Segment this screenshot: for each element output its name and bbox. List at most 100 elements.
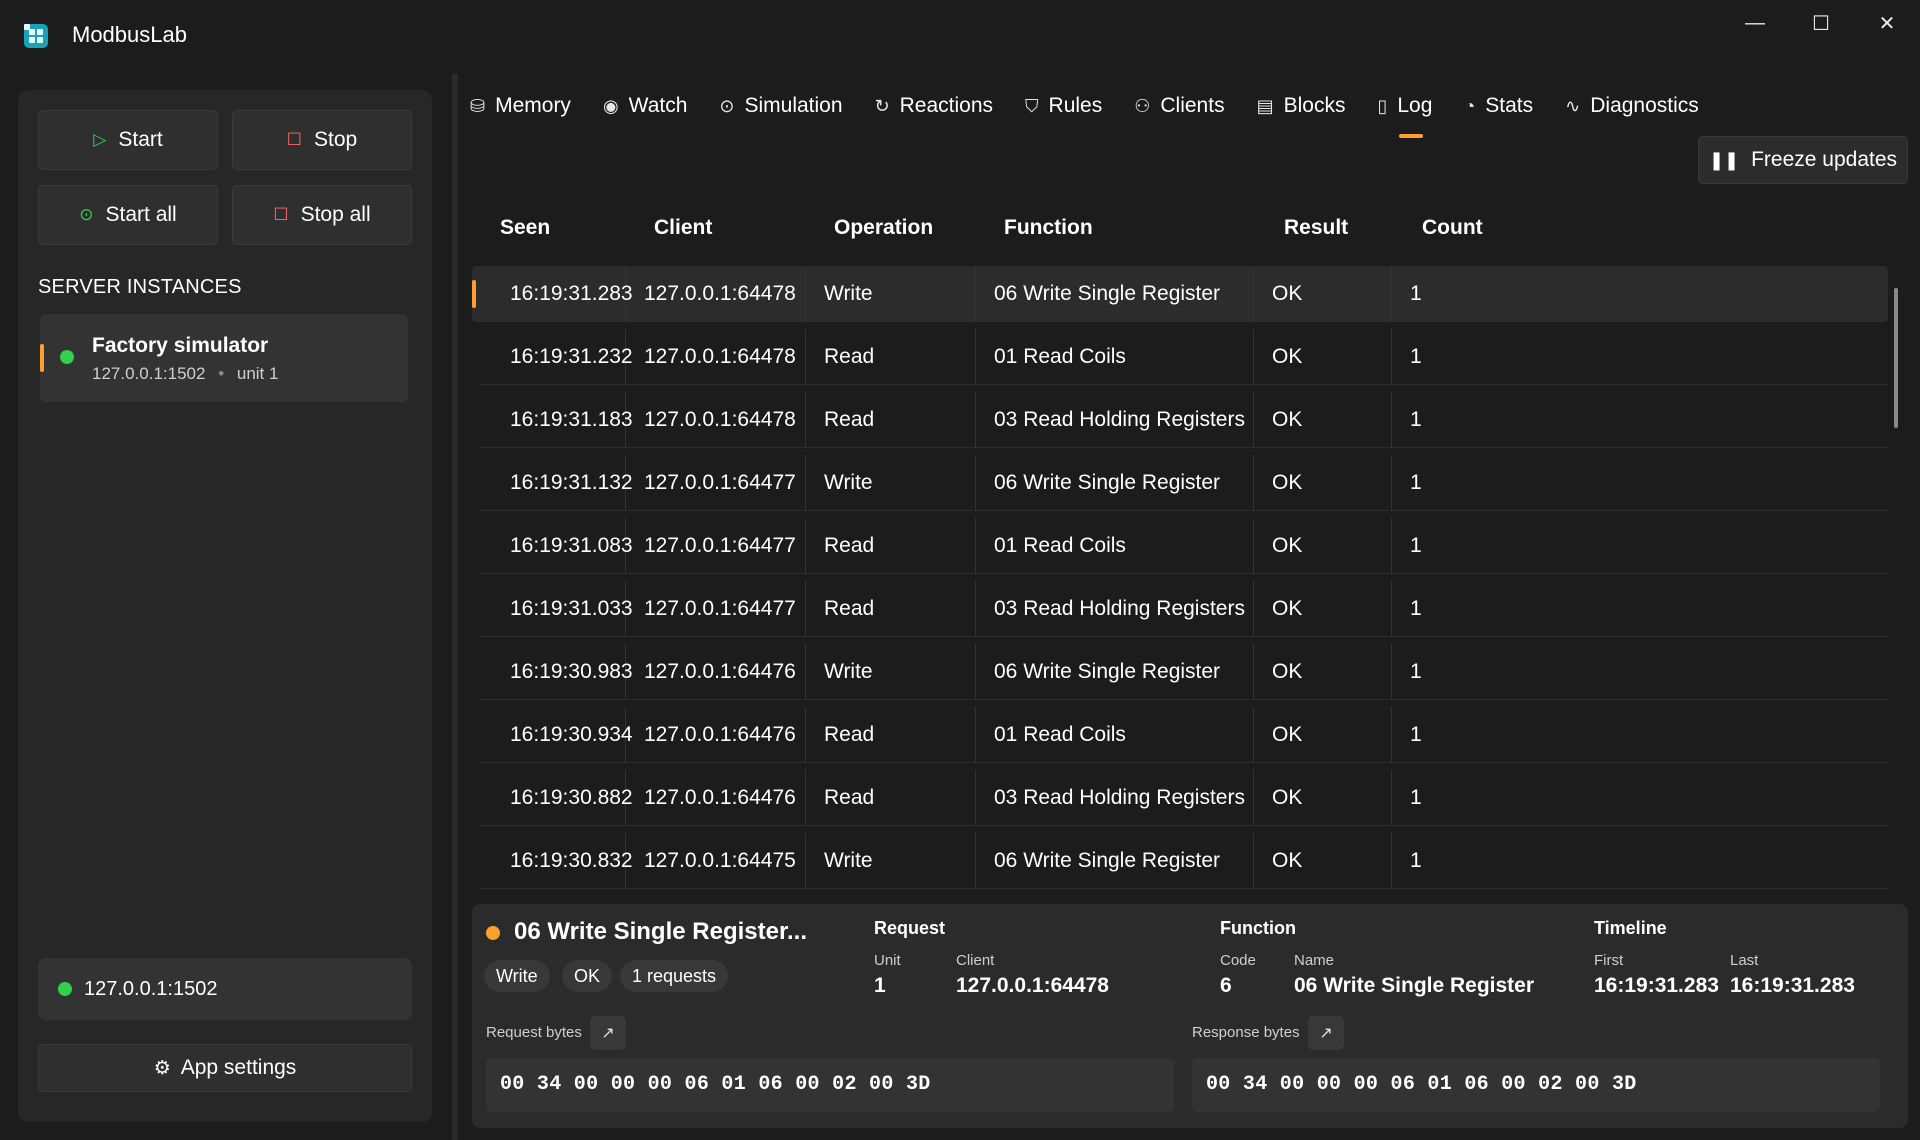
- cell-seen: 16:19:30.832: [492, 833, 633, 889]
- name-label: Name: [1294, 952, 1335, 969]
- instance-unit: unit 1: [236, 364, 279, 383]
- minimize-button[interactable]: —: [1728, 6, 1782, 40]
- result-chip: OK: [562, 960, 613, 992]
- app-title: ModbusLab: [72, 22, 187, 47]
- cell-function: 01 Read Coils: [976, 707, 1254, 763]
- cell-count: 1: [1410, 345, 1422, 368]
- tab-stats[interactable]: ◔ Stats: [1464, 86, 1533, 126]
- cell-client: 127.0.0.1:64478: [626, 329, 806, 385]
- cell-client: 127.0.0.1:64478: [626, 266, 806, 322]
- instance-address-text: 127.0.0.1:1502: [92, 364, 206, 383]
- tab-label: Log: [1397, 94, 1433, 117]
- request-bytes-value[interactable]: 00 34 00 00 00 06 01 06 00 02 00 3D: [486, 1058, 1174, 1112]
- table-row[interactable]: 16:19:31.083 127.0.0.1:64477 Read 01 Read C…: [480, 518, 1888, 574]
- column-header-client[interactable]: Client: [654, 216, 712, 240]
- server-instances-heading: SERVER INSTANCES: [38, 276, 242, 298]
- request-bytes-label: Request bytes: [486, 1024, 582, 1041]
- cell-result: OK: [1254, 581, 1392, 637]
- pane-splitter[interactable]: [452, 74, 458, 1140]
- tab-label: Stats: [1485, 94, 1534, 117]
- users-icon: ⚇: [1134, 95, 1151, 116]
- shield-icon: ⛉: [1025, 95, 1039, 116]
- response-bytes-value[interactable]: 00 34 00 00 00 06 01 06 00 02 00 3D: [1192, 1058, 1880, 1112]
- instance-address: 127.0.0.1:1502 • unit 1: [92, 364, 278, 384]
- play-circle-icon: ⊙: [719, 95, 735, 116]
- stop-icon: ☐: [286, 130, 303, 149]
- column-header-count[interactable]: Count: [1422, 216, 1483, 240]
- column-header-operation[interactable]: Operation: [834, 216, 933, 240]
- start-label: Start: [118, 128, 163, 151]
- open-response-bytes-button[interactable]: ↗: [1308, 1016, 1344, 1050]
- cell-operation: Read: [806, 392, 976, 448]
- table-row[interactable]: 16:19:30.934 127.0.0.1:64476 Read 01 Read C…: [480, 707, 1888, 763]
- table-row[interactable]: 16:19:31.183 127.0.0.1:64478 Read 03 Read H…: [480, 392, 1888, 448]
- details-panel: 06 Write Single Register... Write OK 1 r…: [472, 904, 1908, 1128]
- cell-client: 127.0.0.1:64477: [626, 455, 806, 511]
- tab-rules[interactable]: ⛉ Rules: [1025, 86, 1102, 126]
- cell-client: 127.0.0.1:64476: [626, 707, 806, 763]
- tab-label: Watch: [628, 94, 688, 117]
- tab-reactions[interactable]: ↻ Reactions: [875, 86, 993, 126]
- tab-simulation[interactable]: ⊙ Simulation: [719, 86, 842, 126]
- cell-function: 06 Write Single Register: [976, 266, 1254, 322]
- cell-operation: Read: [806, 581, 976, 637]
- table-scrollbar[interactable]: [1894, 288, 1898, 428]
- tab-diagnostics[interactable]: ∿ Diagnostics: [1565, 86, 1699, 126]
- tab-clients[interactable]: ⚇ Clients: [1134, 86, 1224, 126]
- open-request-bytes-button[interactable]: ↗: [590, 1016, 626, 1050]
- column-header-function[interactable]: Function: [1004, 216, 1093, 240]
- selection-indicator: [40, 344, 44, 372]
- title-bar: ModbusLab — ☐ ✕: [0, 0, 1920, 74]
- close-button[interactable]: ✕: [1860, 6, 1914, 40]
- cell-operation: Write: [806, 833, 976, 889]
- table-row[interactable]: 16:19:30.832 127.0.0.1:64475 Write 06 Write…: [480, 833, 1888, 889]
- separator-dot: •: [218, 364, 225, 383]
- column-header-seen[interactable]: Seen: [500, 216, 550, 240]
- table-row[interactable]: 16:19:31.132 127.0.0.1:64477 Write 06 Write…: [480, 455, 1888, 511]
- cell-client: 127.0.0.1:64475: [626, 833, 806, 889]
- running-status-dot: [60, 350, 74, 364]
- stop-all-button[interactable]: ☐ Stop all: [232, 185, 412, 245]
- start-all-button[interactable]: ⊙ Start all: [38, 185, 218, 245]
- cell-seen: 16:19:31.132: [492, 455, 633, 511]
- unit-label: Unit: [874, 952, 901, 969]
- cell-function: 03 Read Holding Registers: [976, 392, 1254, 448]
- external-link-icon: ↗: [1319, 1025, 1333, 1042]
- stop-square-icon: ☐: [273, 205, 289, 224]
- cell-function: 01 Read Coils: [976, 329, 1254, 385]
- cell-result: OK: [1254, 392, 1392, 448]
- client-label: Client: [956, 952, 995, 969]
- cell-result: OK: [1254, 329, 1392, 385]
- cell-client: 127.0.0.1:64476: [626, 770, 806, 826]
- cell-function: 01 Read Coils: [976, 518, 1254, 574]
- app-settings-button[interactable]: ⚙ App settings: [38, 1044, 412, 1092]
- table-row[interactable]: 16:19:30.983 127.0.0.1:64476 Write 06 Write…: [480, 644, 1888, 700]
- column-header-result[interactable]: Result: [1284, 216, 1348, 240]
- tab-log[interactable]: ▯ Log: [1377, 86, 1433, 138]
- last-label: Last: [1730, 952, 1759, 969]
- table-row[interactable]: 16:19:31.283 127.0.0.1:64478 Write 06 Write…: [472, 266, 1888, 322]
- start-button[interactable]: ▷ Start: [38, 110, 218, 170]
- client-value: 127.0.0.1:64478: [956, 974, 1109, 997]
- freeze-updates-label: Freeze updates: [1751, 148, 1898, 171]
- cell-result: OK: [1254, 770, 1392, 826]
- freeze-updates-button[interactable]: ❚❚ Freeze updates: [1698, 136, 1908, 184]
- table-row[interactable]: 16:19:31.033 127.0.0.1:64477 Read 03 Read H…: [480, 581, 1888, 637]
- stop-button[interactable]: ☐ Stop: [232, 110, 412, 170]
- cell-seen: 16:19:30.983: [492, 644, 633, 700]
- server-status-box: 127.0.0.1:1502: [38, 958, 412, 1020]
- tab-blocks[interactable]: ▤ Blocks: [1257, 86, 1346, 126]
- app-logo-icon: [24, 24, 48, 48]
- tab-watch[interactable]: ◉ Watch: [603, 86, 687, 126]
- cell-operation: Read: [806, 329, 976, 385]
- cell-count: 1: [1410, 660, 1422, 683]
- blocks-icon: ▤: [1256, 95, 1274, 116]
- tab-label: Reactions: [899, 94, 994, 117]
- table-row[interactable]: 16:19:30.882 127.0.0.1:64476 Read 03 Read H…: [480, 770, 1888, 826]
- server-instance-item[interactable]: Factory simulator 127.0.0.1:1502 • unit …: [40, 314, 408, 402]
- tab-memory[interactable]: ⛁ Memory: [470, 86, 571, 126]
- maximize-button[interactable]: ☐: [1794, 6, 1848, 40]
- table-row[interactable]: 16:19:31.232 127.0.0.1:64478 Read 01 Read C…: [480, 329, 1888, 385]
- first-value: 16:19:31.283: [1594, 974, 1719, 997]
- cell-result: OK: [1254, 266, 1392, 322]
